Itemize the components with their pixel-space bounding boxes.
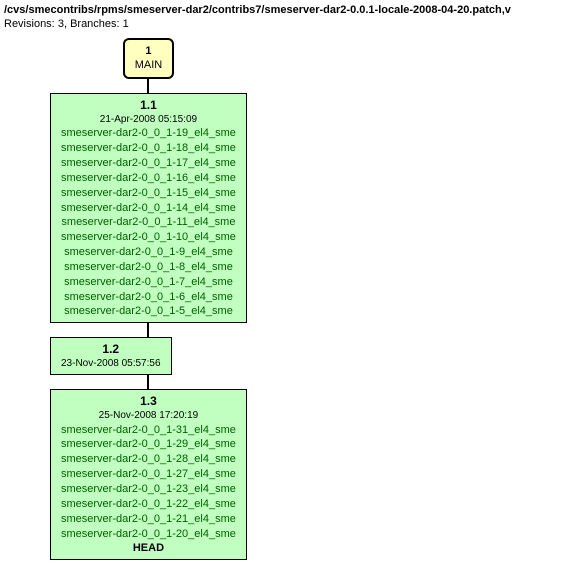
revision-date: 23-Nov-2008 05:57:56 — [61, 357, 161, 371]
branch-number: 1 — [135, 44, 163, 58]
revision-tag: smeserver-dar2-0_0_1-11_el4_sme — [61, 215, 236, 230]
revision-tag: smeserver-dar2-0_0_1-28_el4_sme — [61, 452, 236, 467]
revision-tag: smeserver-dar2-0_0_1-9_el4_sme — [61, 245, 236, 260]
revision-tag: smeserver-dar2-0_0_1-23_el4_sme — [61, 482, 236, 497]
revision-tag: smeserver-dar2-0_0_1-29_el4_sme — [61, 437, 236, 452]
revision-tag: smeserver-dar2-0_0_1-5_el4_sme — [61, 304, 236, 319]
revision-tag: smeserver-dar2-0_0_1-10_el4_sme — [61, 230, 236, 245]
branches-label: Branches: — [70, 18, 120, 30]
branches-count: 1 — [123, 18, 129, 30]
revision-date: 25-Nov-2008 17:20:19 — [61, 409, 236, 423]
revision-tag: smeserver-dar2-0_0_1-17_el4_sme — [61, 156, 236, 171]
revision-tag: smeserver-dar2-0_0_1-8_el4_sme — [61, 260, 236, 275]
revision-tag: smeserver-dar2-0_0_1-31_el4_sme — [61, 423, 236, 438]
revision-tag: smeserver-dar2-0_0_1-19_el4_sme — [61, 126, 236, 141]
revision-tag: smeserver-dar2-0_0_1-14_el4_sme — [61, 201, 236, 216]
revision-id: 1.1 — [61, 97, 236, 113]
revision-tag: smeserver-dar2-0_0_1-16_el4_sme — [61, 171, 236, 186]
connector — [147, 79, 149, 93]
revision-tag: smeserver-dar2-0_0_1-20_el4_sme — [61, 527, 236, 542]
revision-tag: smeserver-dar2-0_0_1-7_el4_sme — [61, 275, 236, 290]
revision-node[interactable]: 1.121-Apr-2008 05:15:09smeserver-dar2-0_… — [50, 93, 247, 324]
revisions-count: 3 — [58, 18, 64, 30]
repo-path: /cvs/smecontribs/rpms/smeserver-dar2/con… — [4, 4, 578, 16]
repo-meta: Revisions: 3, Branches: 1 — [4, 18, 578, 30]
connector — [147, 323, 149, 337]
revision-graph: 1 MAIN 1.121-Apr-2008 05:15:09smeserver-… — [4, 38, 578, 560]
revision-tag: smeserver-dar2-0_0_1-15_el4_sme — [61, 186, 236, 201]
branch-name: MAIN — [135, 58, 163, 72]
revision-tag: smeserver-dar2-0_0_1-18_el4_sme — [61, 141, 236, 156]
revision-id: 1.2 — [61, 341, 161, 357]
revision-id: 1.3 — [61, 393, 236, 409]
revision-tag: smeserver-dar2-0_0_1-21_el4_sme — [61, 512, 236, 527]
branch-node-main[interactable]: 1 MAIN — [123, 38, 175, 79]
revisions-label: Revisions: — [4, 18, 55, 30]
revision-node[interactable]: 1.325-Nov-2008 17:20:19smeserver-dar2-0_… — [50, 389, 247, 560]
revision-node[interactable]: 1.223-Nov-2008 05:57:56 — [50, 337, 172, 375]
head-label: HEAD — [61, 541, 236, 556]
revision-tag: smeserver-dar2-0_0_1-22_el4_sme — [61, 497, 236, 512]
revision-tag: smeserver-dar2-0_0_1-27_el4_sme — [61, 467, 236, 482]
revision-tag: smeserver-dar2-0_0_1-6_el4_sme — [61, 290, 236, 305]
connector — [147, 375, 149, 389]
revision-date: 21-Apr-2008 05:15:09 — [61, 113, 236, 127]
